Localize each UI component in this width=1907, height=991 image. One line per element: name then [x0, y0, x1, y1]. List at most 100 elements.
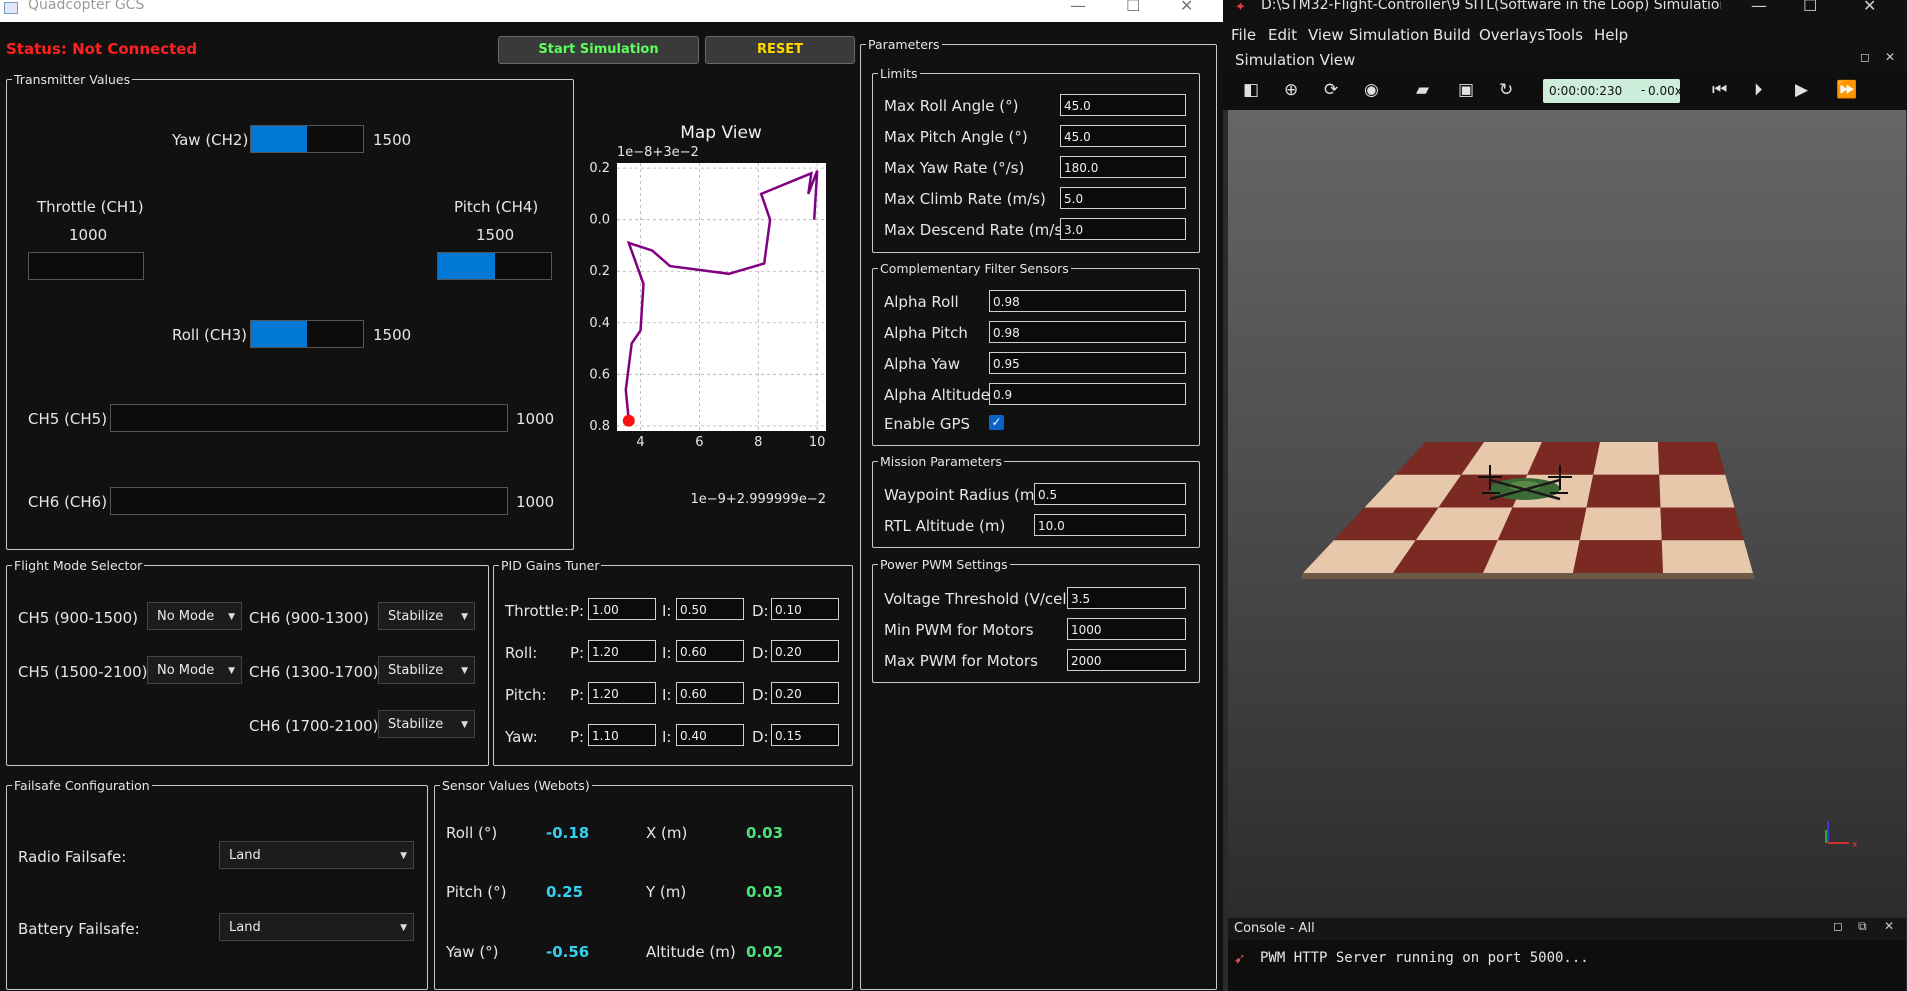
ch6-low-label: CH6 (900-1300)	[249, 609, 369, 627]
pid-roll-d-input[interactable]: 0.20	[771, 640, 839, 662]
pid-pitch-d-input[interactable]: 0.20	[771, 682, 839, 704]
close-icon[interactable]: ✕	[1863, 0, 1876, 15]
menu-view[interactable]: View	[1308, 26, 1344, 44]
max-climb-rate-input[interactable]: 5.0	[1060, 187, 1186, 209]
pid-yaw-d-input[interactable]: 0.15	[771, 724, 839, 746]
pid-roll-p-input[interactable]: 1.20	[588, 640, 656, 662]
simulation-3d-view[interactable]: x	[1228, 110, 1906, 918]
pid-pitch-label: Pitch:	[505, 686, 547, 704]
current-position-marker	[622, 414, 635, 427]
parameters-title: Parameters	[868, 37, 940, 52]
transmitter-values-title: Transmitter Values	[14, 72, 131, 87]
scene-render: x	[1301, 442, 1858, 850]
pid-pitch-p-input[interactable]: 1.20	[588, 682, 656, 704]
yaw-value: 1500	[373, 131, 412, 149]
max-climb-rate-label: Max Climb Rate (m/s)	[884, 190, 1046, 208]
ch6-high-select[interactable]: Stabilize ▼	[378, 710, 475, 738]
undock-icon[interactable]: ⧉	[1858, 919, 1867, 934]
chevron-down-icon: ▼	[228, 612, 235, 622]
menu-simulation[interactable]: Simulation	[1349, 26, 1429, 44]
max-pitch-angle-label: Max Pitch Angle (°)	[884, 128, 1028, 146]
max-pitch-angle-input[interactable]: 45.0	[1060, 125, 1186, 147]
restore-icon[interactable]: ◻	[1860, 50, 1870, 64]
rtl-altitude-input[interactable]: 10.0	[1034, 514, 1186, 536]
panel-icon[interactable]: ◧	[1243, 80, 1259, 100]
menu-build[interactable]: Build	[1433, 26, 1471, 44]
pid-throttle-p-input[interactable]: 1.00	[588, 598, 656, 620]
maximize-icon[interactable]: ☐	[1126, 0, 1140, 15]
add-icon[interactable]: ⊕	[1284, 80, 1298, 100]
alpha-yaw-input[interactable]: 0.95	[989, 352, 1186, 374]
roll-bar-fill	[251, 321, 307, 347]
enable-gps-checkbox[interactable]: ✓	[989, 415, 1004, 430]
max-roll-angle-input[interactable]: 45.0	[1060, 94, 1186, 116]
folder-icon[interactable]: ▰	[1416, 80, 1429, 100]
max-yaw-rate-input[interactable]: 180.0	[1060, 156, 1186, 178]
gcs-window: Quadcopter GCS — ☐ ✕ Status: Not Connect…	[0, 0, 1223, 991]
fast-forward-icon[interactable]: ⏩	[1836, 80, 1857, 100]
battery-failsafe-select[interactable]: Land ▼	[219, 913, 414, 941]
max-descend-rate-input[interactable]: 3.0	[1060, 218, 1186, 240]
alpha-yaw-label: Alpha Yaw	[884, 355, 960, 373]
minimize-icon[interactable]: —	[1751, 0, 1767, 15]
ch6-mid-select[interactable]: Stabilize ▼	[378, 656, 475, 684]
checkmark-icon: ✓	[991, 415, 1002, 429]
ch6-mid-select-value: Stabilize	[388, 663, 444, 678]
waypoint-radius-input[interactable]: 0.5	[1034, 483, 1186, 505]
save-icon[interactable]: ▣	[1458, 80, 1474, 100]
ch5-low-select[interactable]: No Mode ▼	[147, 602, 242, 630]
close-icon[interactable]: ✕	[1180, 0, 1193, 15]
min-pwm-input[interactable]: 1000	[1067, 618, 1186, 640]
filter-title: Complementary Filter Sensors	[880, 261, 1069, 276]
step-back-icon[interactable]: ⏮	[1712, 80, 1727, 100]
sync-icon[interactable]: ⟳	[1324, 80, 1338, 100]
radio-failsafe-select[interactable]: Land ▼	[219, 841, 414, 869]
ch6-low-select[interactable]: Stabilize ▼	[378, 602, 475, 630]
menu-edit[interactable]: Edit	[1268, 26, 1297, 44]
pid-throttle-i-input[interactable]: 0.50	[676, 598, 744, 620]
voltage-threshold-input[interactable]: 3.5	[1067, 587, 1186, 609]
x-tick-label: 8	[754, 435, 762, 450]
simulation-speed: 0.00x	[1648, 84, 1682, 98]
max-pwm-input[interactable]: 2000	[1067, 649, 1186, 671]
chevron-down-icon: ▼	[461, 666, 468, 676]
sensor-roll-value: -0.18	[546, 824, 590, 842]
menu-file[interactable]: File	[1231, 26, 1256, 44]
sensor-y-value: 0.03	[746, 883, 784, 901]
ch6-low-select-value: Stabilize	[388, 609, 444, 624]
reload-icon[interactable]: ↻	[1499, 80, 1513, 100]
play-icon[interactable]: ▶	[1795, 80, 1808, 100]
minimize-icon[interactable]: —	[1070, 0, 1086, 15]
alpha-roll-input[interactable]: 0.98	[989, 290, 1186, 312]
pid-throttle-d-input[interactable]: 0.10	[771, 598, 839, 620]
restore-icon[interactable]: ◻	[1833, 919, 1843, 933]
reset-button[interactable]: RESET	[705, 36, 855, 64]
menu-overlays[interactable]: Overlays	[1479, 26, 1545, 44]
menu-tools[interactable]: Tools	[1546, 26, 1583, 44]
ch5-high-select[interactable]: No Mode ▼	[147, 656, 242, 684]
start-simulation-button[interactable]: Start Simulation	[498, 36, 699, 64]
alpha-pitch-input[interactable]: 0.98	[989, 321, 1186, 343]
ch6-high-label: CH6 (1700-2100)	[249, 717, 379, 735]
sensor-roll-label: Roll (°)	[446, 824, 498, 842]
plot-area	[617, 163, 826, 431]
pid-roll-i-input[interactable]: 0.60	[676, 640, 744, 662]
pid-pitch-i-input[interactable]: 0.60	[676, 682, 744, 704]
eye-icon[interactable]: ◉	[1364, 80, 1379, 100]
console-output-line: PWM HTTP Server running on port 5000...	[1260, 950, 1589, 966]
floor-tile	[1483, 540, 1580, 573]
step-icon[interactable]: ⏵	[1754, 80, 1763, 100]
menu-help[interactable]: Help	[1594, 26, 1628, 44]
failsafe-title: Failsafe Configuration	[14, 778, 150, 793]
roll-label: Roll (CH3)	[172, 326, 248, 344]
close-icon[interactable]: ✕	[1885, 50, 1895, 64]
pid-d-label: D:	[752, 602, 769, 620]
maximize-icon[interactable]: ☐	[1803, 0, 1817, 15]
close-icon[interactable]: ✕	[1884, 919, 1894, 933]
chevron-down-icon: ▼	[461, 612, 468, 622]
pid-yaw-p-input[interactable]: 1.10	[588, 724, 656, 746]
webots-window-title: D:\STM32-Flight-Controller\9 SITL(Softwa…	[1261, 0, 1721, 13]
alpha-altitude-input[interactable]: 0.9	[989, 383, 1186, 405]
x-offset-label: 1e−9+2.999999e−2	[690, 492, 826, 507]
pid-yaw-i-input[interactable]: 0.40	[676, 724, 744, 746]
